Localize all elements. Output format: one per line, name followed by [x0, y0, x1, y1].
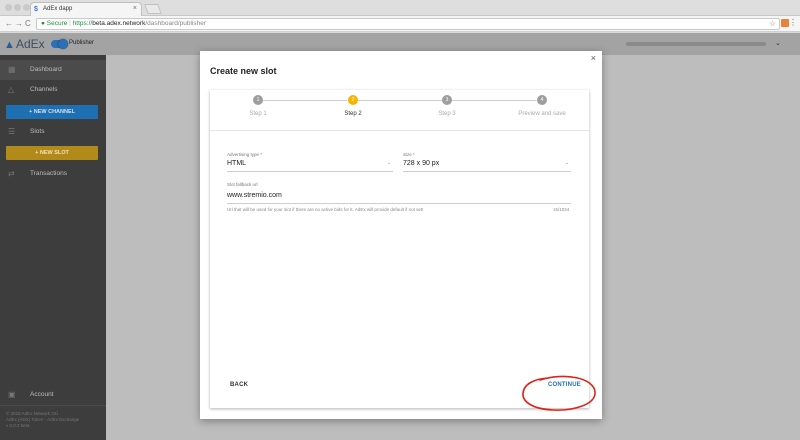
url-scheme: https:// [72, 20, 93, 27]
logo-text: AdEx [16, 37, 45, 51]
publisher-mode-toggle[interactable] [51, 39, 68, 49]
dialog-title: Create new slot [210, 66, 277, 76]
footer-version: v 0.0.2 beta [6, 423, 30, 428]
address-separator: | [69, 20, 71, 27]
secure-label: Secure [46, 20, 68, 27]
tab-close-icon[interactable]: × [133, 5, 137, 12]
new-slot-button[interactable]: + NEW SLOT [6, 146, 98, 160]
lock-icon: ● [41, 20, 45, 27]
adex-favicon-icon: $ [34, 6, 38, 13]
account-address[interactable] [626, 42, 766, 46]
continue-button[interactable]: CONTINUE [548, 382, 581, 388]
channels-icon: △ [8, 85, 15, 94]
size-select[interactable]: 728 x 90 px [403, 160, 439, 167]
close-icon[interactable]: × [591, 53, 596, 63]
back-button[interactable]: BACK [230, 382, 248, 388]
browser-tab[interactable]: $ AdEx dapp × [30, 2, 142, 16]
fallback-url-counter: 15/1024 [553, 207, 570, 212]
reload-icon[interactable]: C [25, 19, 31, 29]
create-slot-dialog: × Create new slot 1 2 3 4 Step 1 Step 2 … [200, 51, 602, 419]
back-arrow-icon[interactable]: ← [5, 19, 13, 29]
step-connector [358, 100, 442, 101]
browser-menu-icon[interactable]: ⋮ [789, 19, 797, 27]
window-close-dot[interactable] [5, 4, 12, 11]
fallback-url-label: Slot fallback url [227, 182, 258, 187]
step-1-indicator[interactable]: 1 [253, 95, 263, 105]
chevron-down-icon[interactable]: ⌄ [565, 160, 569, 166]
sidebar-item-label: Slots [30, 128, 45, 135]
sidebar-item-label: Dashboard [30, 66, 62, 73]
size-label: Size * [403, 152, 415, 157]
adex-logo[interactable]: ▲AdEx [4, 36, 45, 52]
fallback-url-underline [227, 203, 571, 204]
window-zoom-dot[interactable] [23, 4, 30, 11]
sidebar-item-label: Channels [30, 86, 58, 93]
fallback-url-help: Url that will be used for your slot if t… [227, 207, 424, 212]
sidebar-footer: © 2018 AdEx Network OÜ AdEx (ADX) Token … [6, 411, 79, 429]
step-4-label: Preview and save [518, 111, 566, 117]
fallback-url-input[interactable]: www.stremio.com [227, 192, 282, 199]
ad-type-underline [227, 171, 393, 172]
new-channel-button[interactable]: + NEW CHANNEL [6, 105, 98, 119]
address-bar[interactable]: ● Secure | https://beta.adex.network/das… [36, 18, 780, 30]
step-2-label: Step 2 [344, 111, 362, 117]
ad-type-select[interactable]: HTML [227, 160, 246, 167]
step-1-label: Step 1 [249, 111, 267, 117]
sidebar-item-account[interactable]: ▣ Account [0, 385, 106, 405]
adex-logo-icon: ▲ [4, 39, 15, 51]
size-underline [403, 171, 571, 172]
step-3-indicator[interactable]: 3 [442, 95, 452, 105]
account-icon: ▣ [8, 390, 16, 399]
bookmark-star-icon[interactable]: ☆ [769, 19, 776, 29]
sidebar-item-label: Account [30, 391, 54, 398]
sidebar-item-channels[interactable]: △ Channels [0, 80, 106, 100]
chevron-down-icon[interactable]: ⌄ [387, 160, 391, 166]
sidebar: ▦ Dashboard △ Channels + NEW CHANNEL ☰ S… [0, 55, 106, 440]
url-host: beta.adex.network [92, 20, 146, 27]
slot-form: Advertising type * HTML ⌄ Size * 728 x 9… [210, 131, 589, 408]
step-3-label: Step 3 [438, 111, 456, 117]
account-chevron-icon[interactable]: ⌄ [775, 39, 781, 47]
mode-label: Publisher [69, 40, 95, 46]
sidebar-item-dashboard[interactable]: ▦ Dashboard [0, 60, 106, 80]
tab-title: AdEx dapp [43, 6, 73, 12]
browser-nav-bar: ← → C ● Secure | https://beta.adex.netwo… [0, 16, 800, 32]
window-minimize-dot[interactable] [14, 4, 21, 11]
url-path: /dashboard/publisher [145, 20, 207, 27]
slots-icon: ☰ [8, 127, 16, 136]
sidebar-item-label: Transactions [30, 170, 67, 177]
browser-tab-bar: $ AdEx dapp × [0, 0, 800, 16]
new-tab-button[interactable] [144, 4, 162, 14]
stepper: 1 2 3 4 Step 1 Step 2 Step 3 Preview and… [210, 90, 589, 131]
extension-icon[interactable] [781, 19, 789, 27]
transactions-icon: ⇄ [8, 169, 15, 178]
forward-arrow-icon[interactable]: → [15, 19, 23, 29]
step-connector [452, 100, 536, 101]
ad-type-label: Advertising type * [227, 152, 263, 157]
step-4-indicator[interactable]: 4 [537, 95, 547, 105]
sidebar-item-slots[interactable]: ☰ Slots [0, 122, 106, 142]
dialog-card: 1 2 3 4 Step 1 Step 2 Step 3 Preview and… [210, 90, 589, 408]
dashboard-icon: ▦ [8, 65, 16, 74]
step-2-indicator[interactable]: 2 [348, 95, 358, 105]
step-connector [263, 100, 347, 101]
sidebar-item-transactions[interactable]: ⇄ Transactions [0, 164, 106, 184]
sidebar-divider [0, 405, 106, 406]
